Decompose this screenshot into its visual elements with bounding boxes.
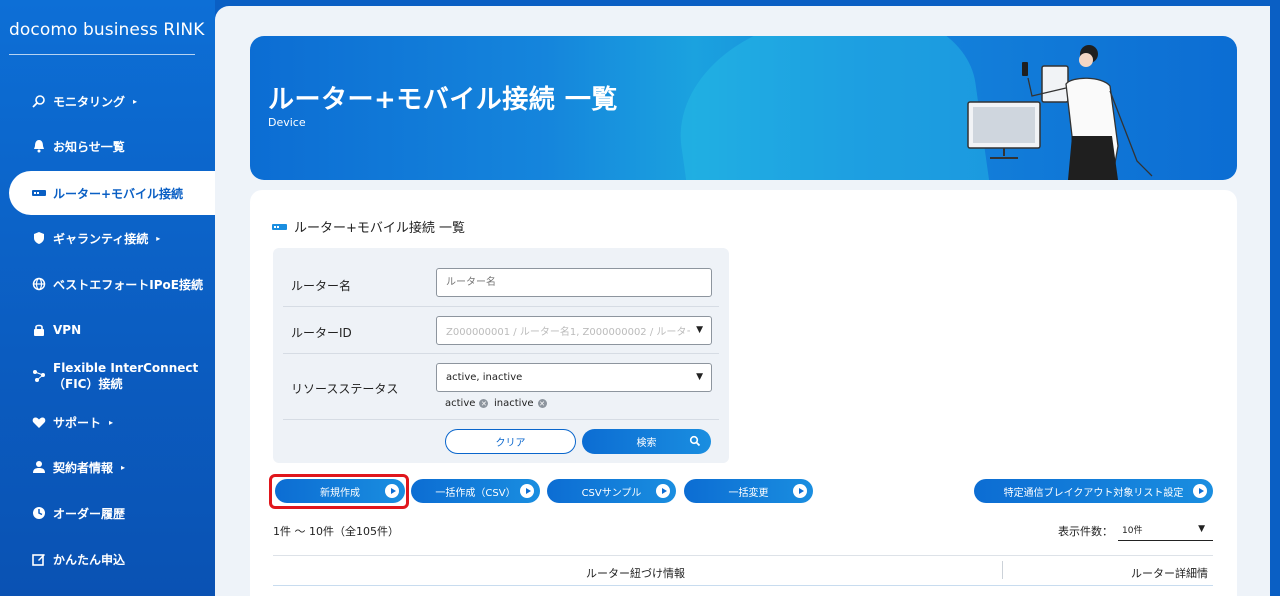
bulk-create-csv-button[interactable]: 一括作成（CSV） <box>411 479 540 503</box>
clear-button[interactable]: クリア <box>445 429 576 454</box>
button-label: 一括作成（CSV） <box>435 487 516 499</box>
router-icon <box>32 186 46 200</box>
user-icon <box>32 460 46 474</box>
router-id-placeholder: Z000000001 / ルーター名1, Z000000002 / ルーター名2… <box>446 327 690 338</box>
hero-illustration <box>967 45 1153 180</box>
section-title: ルーター+モバイル接続 一覧 <box>272 217 465 236</box>
sidebar-item-label: かんたん申込 <box>53 552 126 567</box>
shield-icon <box>32 231 46 245</box>
table-header-divider <box>1002 561 1003 579</box>
sidebar-item-label-group: Flexible InterConnect （FIC）接続 <box>53 360 198 392</box>
sidebar-item-vpn[interactable]: VPN <box>0 308 215 352</box>
bell-icon <box>32 139 46 153</box>
router-name-label: ルーター名 <box>291 279 352 293</box>
play-icon <box>520 484 534 498</box>
chevron-right-icon: ▸ <box>121 462 126 472</box>
button-label: 特定通信ブレイクアウト対象リスト設定 <box>1003 487 1184 499</box>
hero-decor-shape <box>666 36 994 180</box>
resource-status-label: リソースステータス <box>291 382 399 396</box>
bulk-change-button[interactable]: 一括変更 <box>684 479 813 503</box>
button-label: CSVサンプル <box>581 487 642 499</box>
play-icon <box>1193 484 1207 498</box>
csv-sample-button[interactable]: CSVサンプル <box>547 479 676 503</box>
per-page-value: 10件 <box>1122 526 1143 536</box>
brand-logo[interactable]: docomo business RINK <box>9 20 205 40</box>
sidebar-item-label: Flexible InterConnect <box>53 361 199 375</box>
sidebar-item-label: ギャランティ接続 <box>53 231 149 246</box>
sidebar-item-label-line2: （FIC）接続 <box>53 377 123 391</box>
sidebar-item-order-history[interactable]: オーダー履歴 <box>0 491 215 535</box>
chip-label: active <box>445 398 476 409</box>
sidebar-item-monitoring[interactable]: モニタリング ▸ <box>0 79 215 123</box>
sidebar-item-label: モニタリング <box>53 94 126 109</box>
chevron-right-icon: ▸ <box>109 417 114 427</box>
router-icon <box>272 223 287 230</box>
sidebar-item-fic[interactable]: Flexible InterConnect （FIC）接続 <box>0 354 215 398</box>
sidebar-item-easy-apply[interactable]: かんたん申込 <box>0 537 215 581</box>
sidebar-item-label: オーダー履歴 <box>53 506 126 521</box>
button-label: 一括変更 <box>728 487 769 499</box>
chevron-right-icon: ▸ <box>133 96 138 106</box>
table-top-border <box>273 555 1213 556</box>
per-page-select[interactable]: 10件 ▼ <box>1118 519 1213 541</box>
brand-divider <box>9 54 195 55</box>
search-button-label: 検索 <box>636 438 657 449</box>
row-divider <box>283 419 719 420</box>
sidebar-item-best-effort[interactable]: ベストエフォートIPoE接続 <box>0 262 215 306</box>
dropdown-arrow-icon: ▼ <box>1198 524 1205 534</box>
sidebar-item-label: ルーター+モバイル接続 <box>53 186 184 201</box>
play-icon <box>656 484 670 498</box>
row-divider <box>283 353 719 354</box>
table-header-router-detail: ルーター詳細情 <box>1131 567 1208 580</box>
router-id-select[interactable]: Z000000001 / ルーター名1, Z000000002 / ルーター名2… <box>436 316 712 345</box>
section-title-text: ルーター+モバイル接続 一覧 <box>294 221 466 236</box>
dropdown-arrow-icon: ▼ <box>696 325 703 335</box>
sidebar-item-router-mobile[interactable]: ルーター+モバイル接続 <box>9 171 215 215</box>
sidebar-item-support[interactable]: サポート ▸ <box>0 400 215 444</box>
monitoring-icon <box>32 94 46 108</box>
network-icon <box>32 369 46 383</box>
table-header-border <box>273 585 1213 586</box>
chevron-right-icon: ▸ <box>156 233 161 243</box>
hero-banner: ルーター+モバイル接続 一覧 Device <box>250 36 1237 180</box>
status-chip-inactive: inactive ✕ <box>494 398 547 409</box>
sidebar-item-label: ベストエフォートIPoE接続 <box>53 277 203 292</box>
sidebar-item-guaranty[interactable]: ギャランティ接続 ▸ <box>0 216 215 260</box>
dropdown-arrow-icon: ▼ <box>696 372 703 382</box>
sidebar-item-contractor[interactable]: 契約者情報 ▸ <box>0 445 215 489</box>
lock-icon <box>32 323 46 337</box>
sidebar-item-label: 契約者情報 <box>53 460 114 475</box>
globe-icon <box>32 277 46 291</box>
resource-status-value: active, inactive <box>446 372 523 383</box>
sidebar-item-label: お知らせ一覧 <box>53 139 125 154</box>
chip-remove-icon[interactable]: ✕ <box>537 399 547 408</box>
per-page-label: 表示件数： <box>1058 525 1113 538</box>
search-button[interactable]: 検索 <box>582 429 711 454</box>
page-subtitle: Device <box>268 116 306 129</box>
result-count: 1件 〜 10件（全105件） <box>273 525 399 538</box>
table-header-router-link: ルーター紐づけ情報 <box>586 567 685 580</box>
router-id-label: ルーターID <box>291 326 352 340</box>
sidebar-item-label: サポート <box>53 415 102 430</box>
router-name-input[interactable] <box>436 268 712 297</box>
row-divider <box>283 306 719 307</box>
support-icon <box>32 415 46 429</box>
sidebar-item-notices[interactable]: お知らせ一覧 <box>0 124 215 168</box>
edit-icon <box>32 552 46 566</box>
breakout-list-button[interactable]: 特定通信ブレイクアウト対象リスト設定 <box>974 479 1213 503</box>
resource-status-select[interactable]: active, inactive ▼ <box>436 363 712 392</box>
clock-icon <box>32 506 46 520</box>
play-icon <box>793 484 807 498</box>
highlight-box <box>269 474 409 509</box>
chip-remove-icon[interactable]: ✕ <box>479 399 489 408</box>
sidebar: docomo business RINK モニタリング ▸ お知らせ一覧 ルータ… <box>0 0 215 596</box>
sidebar-item-label: VPN <box>53 323 82 337</box>
page-title: ルーター+モバイル接続 一覧 <box>268 85 618 115</box>
status-chip-active: active ✕ <box>445 398 489 409</box>
search-icon <box>689 435 701 447</box>
chip-label: inactive <box>494 398 534 409</box>
